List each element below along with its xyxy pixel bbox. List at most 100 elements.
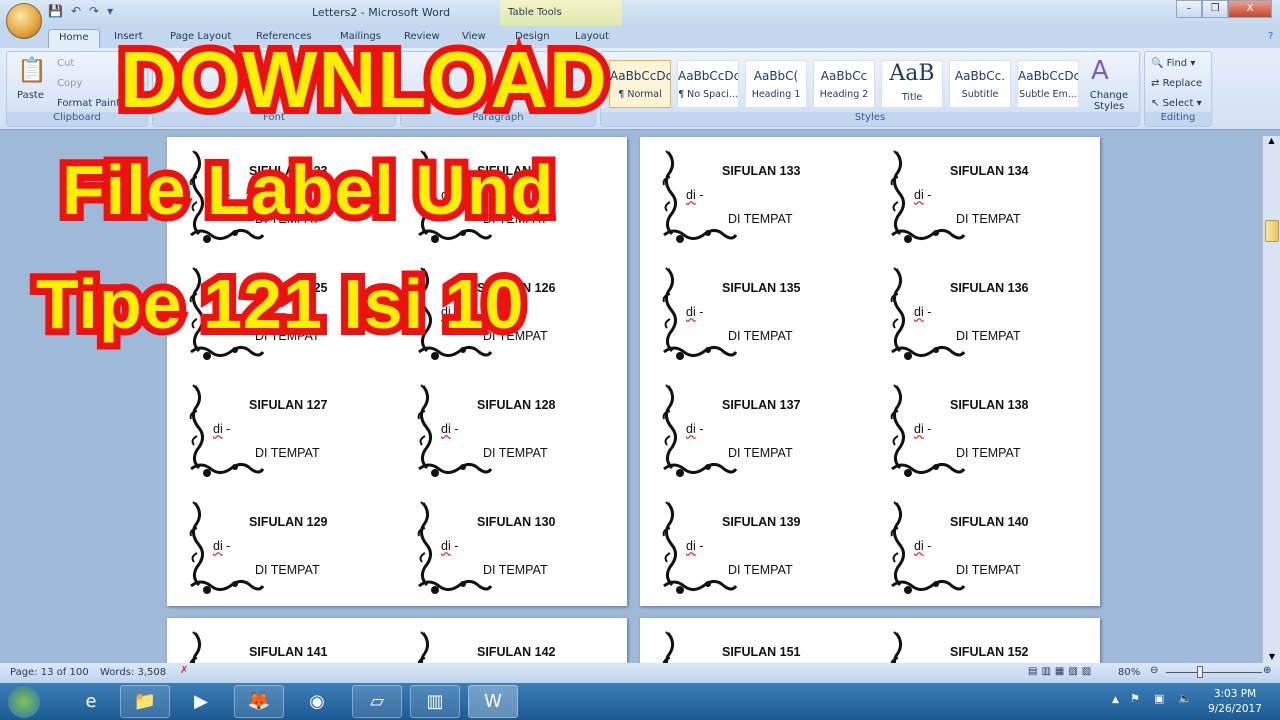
style-heading-2[interactable]: AaBbCc Heading 2 (813, 60, 875, 108)
zoom-out-icon[interactable]: ⊖ (1150, 665, 1158, 676)
tab-home[interactable]: Home (48, 29, 100, 49)
clock[interactable]: 3:03 PM 9/26/2017 (1200, 687, 1270, 717)
file-explorer-icon[interactable]: 📁 (120, 685, 170, 718)
label-cell[interactable]: SIFULAN 152di -DI TEMPAT (886, 628, 1106, 663)
find-button[interactable]: 🔍 Find ▾ (1151, 58, 1195, 69)
close-button[interactable]: X (1228, 0, 1272, 18)
label-tempat: DI TEMPAT (956, 329, 1021, 343)
label-di: di - (213, 539, 230, 553)
style-normal[interactable]: AaBbCcDc ¶ Normal (609, 60, 671, 108)
cut-button[interactable]: Cut (57, 58, 74, 69)
style-no-spaci[interactable]: AaBbCcDc ¶ No Spaci... (677, 60, 739, 108)
volume-icon[interactable]: 🔈 (1178, 692, 1192, 705)
restore-button[interactable]: ❐ (1202, 0, 1228, 18)
action-center-icon[interactable]: ⚑ (1130, 692, 1140, 705)
style-subtitle[interactable]: AaBbCc. Subtitle (949, 60, 1011, 108)
show-hidden-icons[interactable]: ▲ (1112, 695, 1119, 705)
undo-icon[interactable]: ↶ (71, 4, 81, 18)
label-cell[interactable]: SIFULAN 137 di - DI TEMPAT (658, 381, 878, 491)
scroll-thumb[interactable] (1265, 220, 1279, 242)
label-cell[interactable]: SIFULAN 138 di - DI TEMPAT (886, 381, 1106, 491)
change-styles-button[interactable]: Change Styles (1081, 90, 1137, 112)
media-player-icon[interactable]: ▶ (176, 685, 226, 718)
internet-explorer-icon[interactable]: e (66, 685, 116, 718)
redo-icon[interactable]: ↷ (89, 4, 99, 18)
label-cell[interactable]: SIFULAN 141di -DI TEMPAT (185, 628, 405, 663)
label-di-word: di (914, 422, 924, 436)
label-name: SIFULAN 139 (722, 515, 801, 529)
label-dash: - (923, 539, 932, 553)
word-count[interactable]: Words: 3,508 (100, 667, 166, 678)
label-cell[interactable]: SIFULAN 139 di - DI TEMPAT (658, 498, 878, 608)
replace-button[interactable]: ⇄ Replace (1151, 78, 1202, 89)
editing-group-label: Editing (1145, 112, 1211, 126)
label-cell[interactable]: SIFULAN 135 di - DI TEMPAT (658, 264, 878, 374)
change-styles-icon: A (1091, 56, 1109, 86)
page-count[interactable]: Page: 13 of 100 (10, 667, 89, 678)
label-name: SIFULAN 133 (722, 164, 801, 178)
scroll-down-icon[interactable]: ▼ (1263, 652, 1280, 661)
zoom-level[interactable]: 80% (1118, 667, 1140, 678)
proofing-icon[interactable]: ✗ (180, 665, 188, 676)
select-button[interactable]: ↖ Select ▾ (1151, 98, 1202, 109)
style-name: Heading 2 (819, 89, 869, 100)
label-di: di - (441, 422, 458, 436)
scroll-up-icon[interactable]: ▲ (1263, 136, 1280, 145)
label-name: SIFULAN 127 (249, 398, 328, 412)
style-heading-1[interactable]: AaBbC(Heading 1 (745, 60, 807, 108)
label-cell[interactable]: SIFULAN 128 di - DI TEMPAT (413, 381, 633, 491)
label-cell[interactable]: SIFULAN 140 di - DI TEMPAT (886, 498, 1106, 608)
label-cell[interactable]: SIFULAN 134 di - DI TEMPAT (886, 147, 1106, 257)
label-cell[interactable]: SIFULAN 142di -DI TEMPAT (413, 628, 633, 663)
label-name: SIFULAN 136 (950, 281, 1029, 295)
label-cell[interactable]: SIFULAN 133 di - DI TEMPAT (658, 147, 878, 257)
label-cell[interactable]: SIFULAN 127 di - DI TEMPAT (185, 381, 405, 491)
label-dash: - (222, 539, 231, 553)
quick-access-toolbar: 💾 ↶ ↷ ▾ (48, 4, 113, 18)
label-dash: - (450, 539, 459, 553)
label-di: di - (914, 305, 931, 319)
label-cell[interactable]: SIFULAN 130 di - DI TEMPAT (413, 498, 633, 608)
winrar-icon[interactable]: ▥ (410, 685, 460, 718)
minimize-button[interactable]: – (1176, 0, 1202, 18)
view-buttons[interactable]: ▤▥▦▧▨ (1028, 666, 1095, 677)
notes-icon[interactable]: ▱ (352, 685, 402, 718)
taskbar: e 📁 ▶ 🦊 ◉ ▱ ▥ W ▲ ⚑ ▣ 🔈 3:03 PM 9/26/201… (0, 683, 1280, 720)
label-di-word: di (686, 188, 696, 202)
label-tempat: DI TEMPAT (728, 329, 793, 343)
customize-qat-icon[interactable]: ▾ (107, 4, 113, 18)
style-title[interactable]: AaB Title (881, 60, 943, 108)
label-name: SIFULAN 137 (722, 398, 801, 412)
save-icon[interactable]: 💾 (48, 4, 63, 18)
label-di-word: di (441, 539, 451, 553)
help-icon[interactable]: ? (1258, 29, 1280, 44)
label-di: di - (213, 422, 230, 436)
office-button[interactable] (6, 3, 42, 39)
label-di-word: di (441, 422, 451, 436)
firefox-icon[interactable]: 🦊 (234, 685, 284, 718)
style-name: Subtitle (961, 89, 999, 100)
start-button[interactable] (8, 686, 40, 718)
zoom-slider[interactable] (1166, 672, 1262, 673)
network-icon[interactable]: ▣ (1154, 692, 1164, 705)
paste-button[interactable]: Paste (17, 90, 44, 101)
label-di: di - (914, 188, 931, 202)
label-di-word: di (213, 422, 223, 436)
copy-button[interactable]: Copy (57, 78, 82, 89)
style-preview: AaBbCc (820, 69, 868, 83)
label-tempat: DI TEMPAT (728, 446, 793, 460)
label-cell[interactable]: SIFULAN 129 di - DI TEMPAT (185, 498, 405, 608)
label-tempat: DI TEMPAT (483, 446, 548, 460)
label-cell[interactable]: SIFULAN 151di -DI TEMPAT (658, 628, 878, 663)
overlay-line2: File Label Und (55, 144, 560, 236)
label-dash: - (450, 422, 459, 436)
style-name: Heading 1 (751, 89, 801, 100)
zoom-in-icon[interactable]: ⊕ (1263, 665, 1271, 676)
word-icon[interactable]: W (468, 685, 518, 718)
label-cell[interactable]: SIFULAN 136 di - DI TEMPAT (886, 264, 1106, 374)
chrome-icon[interactable]: ◉ (292, 685, 342, 718)
style-subtle-em[interactable]: AaBbCcDc Subtle Em... (1017, 60, 1079, 108)
zoom-slider-thumb[interactable] (1197, 666, 1203, 678)
vertical-scrollbar[interactable]: ▲ ▼ (1262, 136, 1280, 663)
label-name: SIFULAN 138 (950, 398, 1029, 412)
